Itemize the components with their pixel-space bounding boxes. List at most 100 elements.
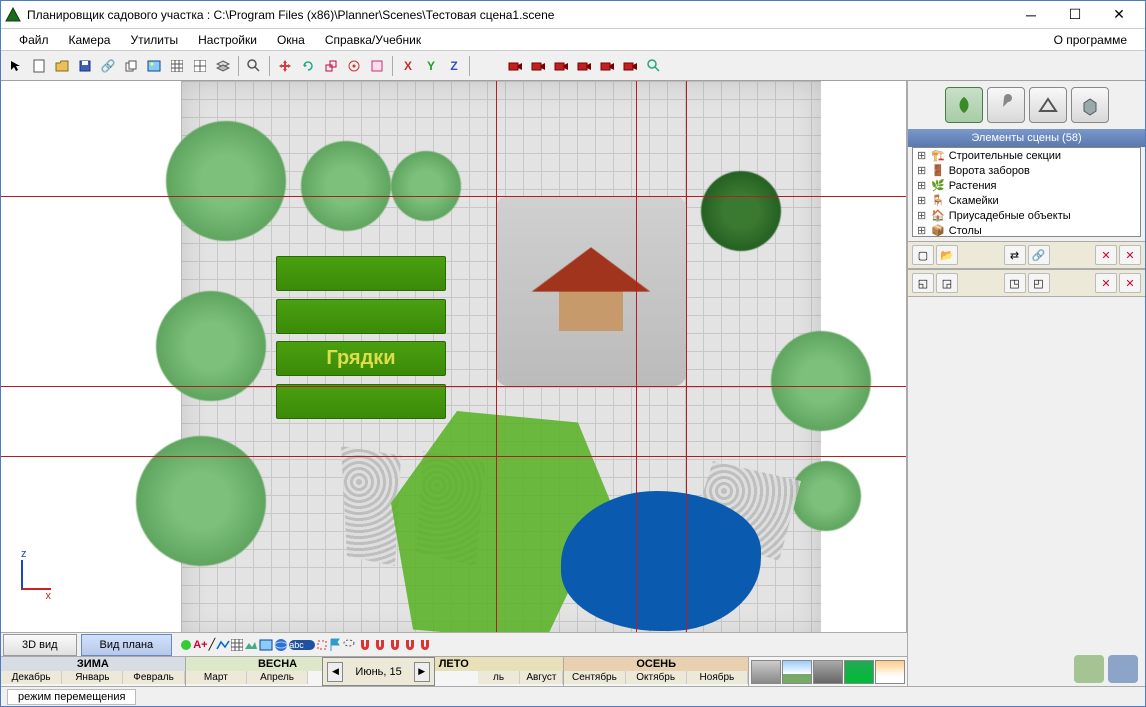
menu-help[interactable]: Справка/Учебник: [315, 31, 431, 49]
tab-tools[interactable]: [987, 87, 1025, 123]
sky-thumb-4[interactable]: [844, 660, 874, 684]
tree-node[interactable]: ⊞🚪Ворота заборов: [913, 163, 1140, 178]
camera-1-icon[interactable]: [505, 55, 527, 77]
view-3d-button[interactable]: 3D вид: [3, 634, 77, 656]
menu-settings[interactable]: Настройки: [188, 31, 267, 49]
bt-magnet5-icon[interactable]: [418, 638, 432, 652]
open-icon[interactable]: [51, 55, 73, 77]
sky-thumb-1[interactable]: [751, 660, 781, 684]
tree-object[interactable]: [771, 331, 871, 431]
garden-bed[interactable]: [276, 256, 446, 291]
tab-objects[interactable]: [1071, 87, 1109, 123]
bt-magnet2-icon[interactable]: [373, 638, 387, 652]
bt-magnet3-icon[interactable]: [388, 638, 402, 652]
bt-photo-icon[interactable]: [259, 639, 273, 651]
date-prev-button[interactable]: ◀: [327, 662, 343, 682]
tab-plants[interactable]: [945, 87, 983, 123]
pt2-c-icon[interactable]: ◳: [1004, 273, 1026, 293]
bt-text-icon[interactable]: A+: [193, 639, 207, 651]
pt2-del2-icon[interactable]: ✕: [1119, 273, 1141, 293]
camera-4-icon[interactable]: [574, 55, 596, 77]
menu-file[interactable]: Файл: [9, 31, 59, 49]
pt2-d-icon[interactable]: ◰: [1028, 273, 1050, 293]
go-icon[interactable]: [643, 55, 665, 77]
tab-shapes[interactable]: [1029, 87, 1067, 123]
house-object[interactable]: [496, 196, 686, 386]
target-icon[interactable]: [343, 55, 365, 77]
pointer-tool[interactable]: [5, 55, 27, 77]
menu-about[interactable]: О программе: [1044, 31, 1137, 49]
menu-utilities[interactable]: Утилиты: [120, 31, 188, 49]
garden-bed-labeled[interactable]: Грядки: [276, 341, 446, 376]
pt2-b-icon[interactable]: ◲: [936, 273, 958, 293]
pt-swap-icon[interactable]: ⇄: [1004, 245, 1026, 265]
tree-object[interactable]: [156, 291, 266, 401]
tree-node[interactable]: ⊞🏗️Строительные секции: [913, 148, 1140, 163]
camera-2-icon[interactable]: [528, 55, 550, 77]
scale-icon[interactable]: [320, 55, 342, 77]
tree-node[interactable]: ⊞🏠Приусадебные объекты: [913, 208, 1140, 223]
grid-small-icon[interactable]: [166, 55, 188, 77]
options-icon[interactable]: [366, 55, 388, 77]
month-oct[interactable]: Октябрь: [626, 671, 687, 684]
bt-line-icon[interactable]: ╱: [209, 638, 216, 651]
move-icon[interactable]: [274, 55, 296, 77]
camera-6-icon[interactable]: [620, 55, 642, 77]
pt-delete2-icon[interactable]: ✕: [1119, 245, 1141, 265]
camera-5-icon[interactable]: [597, 55, 619, 77]
menu-camera[interactable]: Камера: [59, 31, 121, 49]
pt-link-icon[interactable]: 🔗: [1028, 245, 1050, 265]
menu-windows[interactable]: Окна: [267, 31, 315, 49]
month-mar[interactable]: Март: [186, 671, 247, 684]
scene-tree[interactable]: ⊞🏗️Строительные секции ⊞🚪Ворота заборов …: [912, 147, 1141, 237]
bt-color-icon[interactable]: [180, 639, 192, 651]
rotate-icon[interactable]: [297, 55, 319, 77]
month-aug[interactable]: Август: [520, 671, 563, 684]
garden-bed[interactable]: [276, 299, 446, 334]
bt-lasso-icon[interactable]: [342, 638, 356, 652]
bt-terrain-icon[interactable]: [244, 639, 258, 651]
pt-open-icon[interactable]: 📂: [936, 245, 958, 265]
tree-object[interactable]: [301, 141, 391, 231]
layers-icon[interactable]: [212, 55, 234, 77]
pt-delete-icon[interactable]: ✕: [1095, 245, 1117, 265]
month-sep[interactable]: Сентябрь: [564, 671, 625, 684]
tree-node[interactable]: ⊞🌿Растения: [913, 178, 1140, 193]
month-nov[interactable]: Ноябрь: [687, 671, 748, 684]
search-icon[interactable]: [243, 55, 265, 77]
tree-object[interactable]: [166, 121, 286, 241]
bt-grid-icon[interactable]: [231, 639, 243, 651]
sky-thumb-5[interactable]: [875, 660, 905, 684]
bt-magnet1-icon[interactable]: [358, 638, 372, 652]
month-jul[interactable]: ль: [478, 671, 521, 684]
bt-polyline-icon[interactable]: [216, 639, 230, 651]
bt-globe-icon[interactable]: [274, 638, 288, 652]
pond-object[interactable]: [561, 491, 761, 631]
month-dec[interactable]: Декабрь: [1, 671, 62, 684]
bt-magnet4-icon[interactable]: [403, 638, 417, 652]
bt-abc-icon[interactable]: abc: [289, 640, 315, 650]
axis-y-button[interactable]: Y: [420, 55, 442, 77]
pt2-del-icon[interactable]: ✕: [1095, 273, 1117, 293]
tree-object[interactable]: [701, 171, 781, 251]
tree-node[interactable]: ⊞🪑Скамейки: [913, 193, 1140, 208]
month-feb[interactable]: Февраль: [123, 671, 184, 684]
bt-flag-icon[interactable]: [329, 638, 341, 652]
new-icon[interactable]: [28, 55, 50, 77]
pt-new-icon[interactable]: ▢: [912, 245, 934, 265]
tree-object[interactable]: [791, 461, 861, 531]
tree-object[interactable]: [391, 151, 461, 221]
month-jan[interactable]: Январь: [62, 671, 123, 684]
save-icon[interactable]: [74, 55, 96, 77]
viewport[interactable]: Грядки: [1, 81, 907, 632]
tree-node[interactable]: ⊞📦Столы: [913, 223, 1140, 237]
sky-thumb-3[interactable]: [813, 660, 843, 684]
bt-shape-icon[interactable]: [316, 639, 328, 651]
date-next-button[interactable]: ▶: [414, 662, 430, 682]
pt2-a-icon[interactable]: ◱: [912, 273, 934, 293]
link-icon[interactable]: 🔗: [97, 55, 119, 77]
month-apr[interactable]: Апрель: [247, 671, 308, 684]
close-button[interactable]: ✕: [1097, 2, 1141, 28]
grid-large-icon[interactable]: [189, 55, 211, 77]
axis-z-button[interactable]: Z: [443, 55, 465, 77]
